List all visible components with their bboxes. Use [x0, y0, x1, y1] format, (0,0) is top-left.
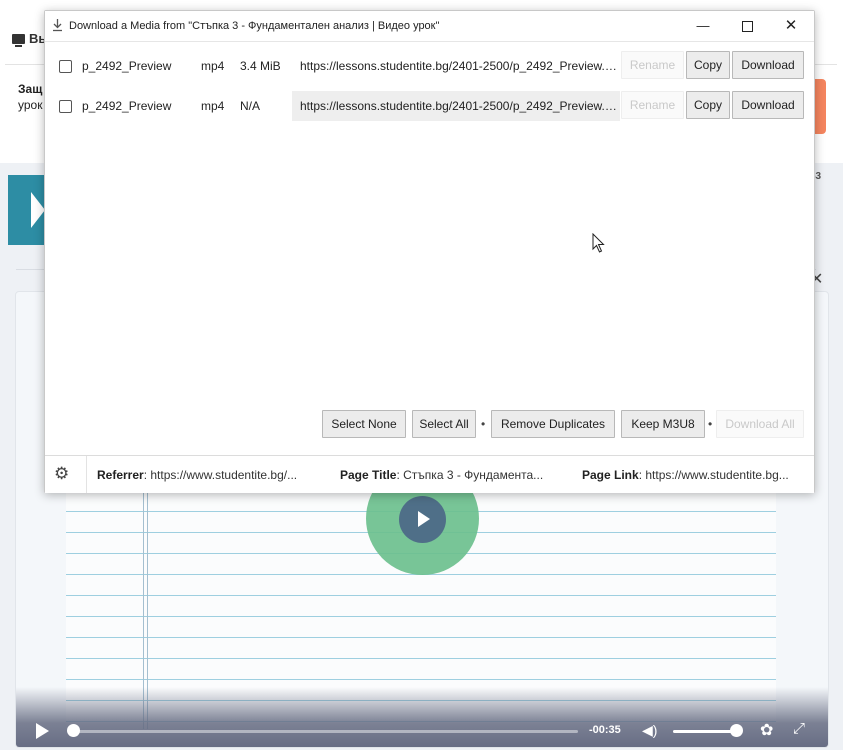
maximize-button[interactable] [725, 11, 769, 41]
maximize-icon [741, 21, 753, 33]
download-button[interactable]: Download [732, 91, 804, 119]
select-all-button[interactable]: Select All [412, 410, 476, 438]
dialog-title: Download a Media from "Стъпка 3 - Фундам… [69, 20, 440, 32]
play-icon[interactable] [36, 723, 49, 739]
rename-button[interactable]: Rename [621, 91, 684, 119]
minimize-icon: — [696, 18, 710, 33]
rename-button[interactable]: Rename [621, 51, 684, 79]
remove-duplicates-button[interactable]: Remove Duplicates [491, 410, 615, 438]
progress-bar[interactable] [73, 730, 578, 733]
minimize-button[interactable]: — [681, 11, 725, 41]
media-format: mp4 [201, 99, 225, 113]
media-name: p_2492_Preview [82, 59, 172, 73]
copy-button[interactable]: Copy [686, 51, 730, 79]
media-name: p_2492_Preview [82, 99, 172, 113]
row-checkbox[interactable] [59, 100, 72, 113]
media-size: 3.4 MiB [240, 59, 281, 73]
page-title-label: Page Title [340, 468, 397, 482]
separator-dot: • [481, 417, 486, 431]
info-line2: урок [18, 98, 43, 112]
big-play-button[interactable] [399, 496, 446, 543]
info-line1: Защ [18, 82, 43, 96]
page-link-label: Page Link [582, 468, 639, 482]
fullscreen-icon[interactable]: ⤢ [793, 720, 805, 737]
media-format: mp4 [201, 59, 225, 73]
media-url[interactable]: https://lessons.studentite.bg/2401-2500/… [292, 51, 620, 81]
download-all-button[interactable]: Download All [716, 410, 804, 438]
volume-icon[interactable]: ◀) [642, 722, 657, 739]
download-button[interactable]: Download [732, 51, 804, 79]
referrer-label: Referrer [97, 468, 144, 482]
page-link-value: https://www.studentite.bg... [645, 468, 789, 482]
media-row: p_2492_Preview mp4 N/A https://lessons.s… [45, 91, 814, 121]
media-url[interactable]: https://lessons.studentite.bg/2401-2500/… [292, 91, 620, 121]
close-icon: ✕ [784, 17, 798, 34]
player-controls: -00:35 ◀) ✿ ⤢ [16, 687, 828, 747]
play-icon [31, 192, 45, 228]
copy-button[interactable]: Copy [686, 91, 730, 119]
select-none-button[interactable]: Select None [322, 410, 406, 438]
page-title-value: Стъпка 3 - Фундамента... [403, 468, 544, 482]
settings-gear-icon[interactable]: ✿ [760, 720, 773, 740]
row-checkbox[interactable] [59, 60, 72, 73]
referrer-value: https://www.studentite.bg/... [150, 468, 298, 482]
mouse-cursor-icon [592, 233, 605, 253]
monitor-icon [12, 34, 25, 47]
progress-knob[interactable] [67, 724, 80, 737]
page-link-info: Page Link: https://www.studentite.bg... [582, 468, 789, 482]
volume-knob[interactable] [730, 724, 743, 737]
lesson-thumbnail[interactable] [8, 175, 46, 245]
media-size: N/A [240, 99, 261, 113]
dialog-footer: ⚙ Referrer: https://www.studentite.bg/..… [45, 455, 814, 493]
footer-divider [86, 456, 87, 493]
keep-m3u8-button[interactable]: Keep M3U8 [621, 410, 705, 438]
download-icon [53, 19, 62, 32]
close-button[interactable]: ✕ [769, 11, 813, 41]
download-media-dialog: Download a Media from "Стъпка 3 - Фундам… [44, 10, 815, 493]
separator-dot: • [708, 417, 713, 431]
media-row: p_2492_Preview mp4 3.4 MiB https://lesso… [45, 51, 814, 81]
referrer-info: Referrer: https://www.studentite.bg/... [97, 468, 298, 482]
settings-gear-icon[interactable]: ⚙ [54, 464, 69, 484]
time-remaining: -00:35 [589, 724, 621, 736]
page-title-info: Page Title: Стъпка 3 - Фундамента... [340, 468, 544, 482]
volume-slider[interactable] [673, 730, 736, 733]
dialog-titlebar[interactable]: Download a Media from "Стъпка 3 - Фундам… [45, 11, 814, 42]
